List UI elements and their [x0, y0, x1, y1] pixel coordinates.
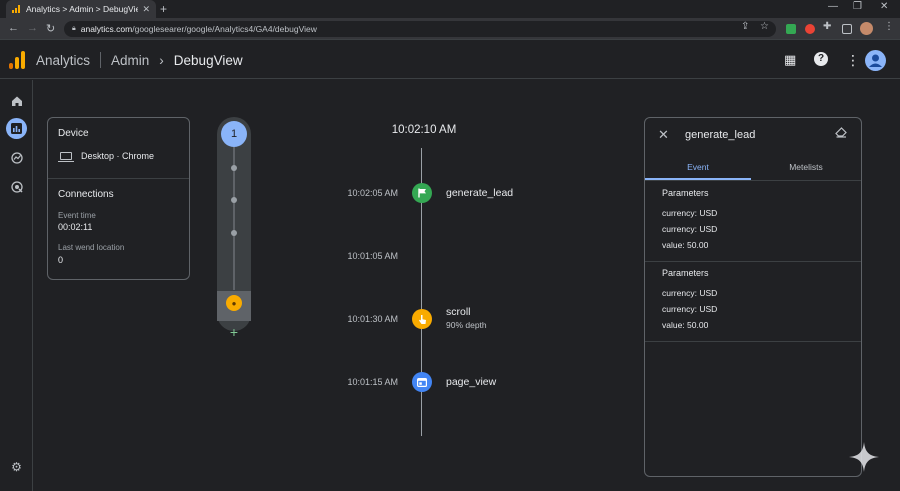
selected-minute-event-icon[interactable]: ● [226, 295, 242, 311]
extension-green-icon[interactable] [786, 24, 796, 34]
event-time-label: Event time [58, 211, 96, 220]
maximize-icon[interactable]: ❐ [853, 1, 862, 12]
device-card-divider [48, 178, 189, 179]
last-location-value: 0 [58, 255, 64, 265]
url-host: analytics.com [80, 24, 133, 34]
device-card: Device Desktop · Chrome Connections Even… [47, 117, 190, 280]
close-icon[interactable]: ✕ [658, 127, 669, 143]
advertising-icon[interactable] [8, 178, 25, 195]
parameters-heading: Parameters [662, 188, 709, 198]
minute-dot[interactable] [231, 197, 237, 203]
parameter-row: value: 50.00 [662, 320, 709, 330]
tab-event[interactable]: Event [645, 162, 751, 172]
reports-icon[interactable] [6, 118, 27, 139]
last-location-label: Last wend location [58, 243, 125, 252]
parameter-row: value: 50.00 [662, 240, 709, 250]
share-icon[interactable]: ⇪ [741, 21, 749, 32]
spark-icon [849, 442, 879, 472]
reload-icon[interactable]: ↻ [46, 22, 55, 35]
tab-metelists[interactable]: Metelists [753, 162, 859, 172]
current-minute-badge[interactable]: 1 [221, 121, 247, 147]
help-icon[interactable]: ? [814, 52, 828, 66]
event-name[interactable]: page_view [446, 376, 496, 388]
explore-icon[interactable] [8, 149, 25, 166]
event-subtitle: 90% depth [446, 320, 487, 330]
browser-tab-title: Analytics > Admin > DebugView [26, 4, 139, 14]
parameter-row: currency: USD [662, 288, 718, 298]
seconds-stream-header: 10:02:10 AM [391, 124, 457, 136]
chevron-right-icon: › [159, 52, 164, 68]
extensions-puzzle-icon[interactable]: ✚ [823, 21, 831, 32]
page-title: DebugView [173, 52, 243, 68]
new-tab-icon[interactable]: + [160, 2, 167, 16]
analytics-logo-icon [9, 51, 25, 69]
browser-toolbar: ← → ↻ 🔒︎ analytics.com/googlesearer/goog… [0, 18, 900, 40]
browser-tab-strip: Analytics > Admin > DebugView ✕ + — ❐ ✕ [0, 0, 900, 18]
pointer-icon[interactable] [412, 309, 432, 329]
address-bar[interactable]: 🔒︎ analytics.com/googlesearer/google/Ana… [64, 21, 776, 37]
parameter-row: currency: USD [662, 224, 718, 234]
parameter-row: currency: USD [662, 304, 718, 314]
laptop-icon [58, 152, 74, 162]
event-name[interactable]: scroll [446, 306, 471, 318]
apps-grid-icon[interactable]: ▦ [784, 52, 796, 68]
detail-event-title: generate_lead [685, 129, 756, 141]
lock-icon: 🔒︎ [72, 25, 76, 32]
event-time-value: 00:02:11 [58, 222, 93, 232]
event-name[interactable]: generate_lead [446, 187, 513, 199]
breadcrumb-divider [100, 52, 102, 68]
device-name: Desktop · Chrome [81, 151, 155, 161]
group-divider [645, 341, 861, 342]
parameters-heading: Parameters [662, 268, 709, 278]
breadcrumb: Analytics Admin › DebugView [36, 52, 243, 68]
event-time: 10:01:05 AM [347, 251, 398, 261]
browser-menu-icon[interactable]: ⋮ [884, 21, 894, 32]
event-time: 10:01:30 AM [347, 314, 398, 324]
product-name[interactable]: Analytics [36, 53, 90, 68]
url-path: /googlesearer/google/Analytics4/GA4/debu… [132, 24, 317, 34]
minute-dot[interactable] [231, 230, 237, 236]
flag-icon[interactable] [412, 183, 432, 203]
event-time: 10:02:05 AM [347, 188, 398, 198]
tab-close-icon[interactable]: ✕ [142, 4, 150, 15]
profile-avatar[interactable] [860, 22, 873, 35]
back-icon[interactable]: ← [8, 22, 19, 34]
tab-divider [645, 180, 861, 181]
side-panel-icon[interactable] [842, 24, 852, 34]
more-vert-icon[interactable]: ⋮ [846, 52, 860, 69]
device-selector[interactable]: Desktop · Chrome [58, 151, 155, 162]
debugview-main: Device Desktop · Chrome Connections Even… [34, 80, 900, 491]
parameter-row: currency: USD [662, 208, 718, 218]
account-avatar[interactable] [865, 50, 886, 71]
admin-settings-gear-icon[interactable]: ⚙ [8, 458, 25, 475]
app-header: Analytics Admin › DebugView ▦ ? ⋮ [0, 41, 900, 79]
add-minute-icon[interactable]: + [217, 324, 251, 340]
extension-red-icon[interactable] [805, 24, 815, 34]
breadcrumb-admin[interactable]: Admin [111, 53, 149, 68]
minutes-stream: 1 ● + [217, 117, 251, 340]
device-section-title: Device [58, 128, 89, 139]
eraser-icon[interactable] [835, 127, 847, 141]
connections-section-title: Connections [58, 189, 114, 200]
forward-icon[interactable]: → [27, 22, 38, 34]
window-close-icon[interactable]: ✕ [880, 1, 888, 12]
group-divider [645, 261, 861, 262]
left-nav-rail: ⚙ [0, 80, 33, 491]
event-time: 10:01:15 AM [347, 377, 398, 387]
browser-tab[interactable]: Analytics > Admin > DebugView ✕ [6, 0, 156, 18]
home-icon[interactable] [8, 92, 25, 109]
minute-dot[interactable] [231, 165, 237, 171]
minimize-icon[interactable]: — [828, 1, 838, 12]
window-icon[interactable] [412, 372, 432, 392]
analytics-favicon-icon [12, 5, 20, 13]
event-detail-panel: ✕ generate_lead Event Metelists Paramete… [644, 117, 862, 477]
bookmark-star-icon[interactable]: ☆ [760, 21, 769, 32]
